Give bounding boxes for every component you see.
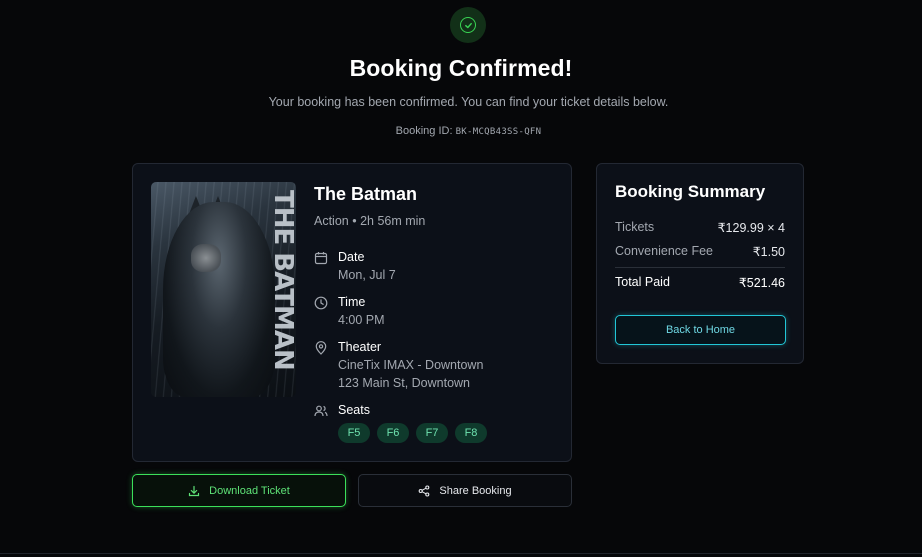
fee-value: ₹1.50 [752,245,785,259]
booking-summary-card: Booking Summary Tickets ₹129.99 × 4 Conv… [596,163,804,364]
map-pin-icon [315,341,327,355]
movie-poster: THE BATMAN [151,182,296,397]
booking-id-label: Booking ID: [395,125,453,137]
footer-divider [0,553,922,554]
booking-id: Booking ID: BK-MCQB43SS-QFN [0,125,922,137]
date-value: Mon, Jul 7 [338,268,396,282]
clock-icon [314,296,328,310]
seat-badge: F8 [455,423,487,443]
download-ticket-button[interactable]: Download Ticket [132,474,346,507]
time-label: Time [338,295,366,309]
seat-badge: F5 [338,423,370,443]
page-subtitle: Your booking has been confirmed. You can… [268,95,669,109]
movie-meta: Action • 2h 56m min [314,214,426,228]
tickets-value: ₹129.99 × 4 [717,221,785,235]
poster-title: THE BATMAN [268,190,296,370]
check-circle-icon [460,17,476,33]
movie-title: The Batman [314,184,418,204]
seat-list: F5 F6 F7 F8 [338,423,487,443]
download-icon [189,485,200,496]
total-value: ₹521.46 [738,276,785,290]
users-icon [314,405,328,417]
total-label: Total Paid [615,275,670,289]
summary-divider [615,267,785,268]
theater-address: 123 Main St, Downtown [338,376,471,390]
share-booking-button[interactable]: Share Booking [358,474,572,507]
seat-badge: F7 [416,423,448,443]
theater-name: CineTix IMAX - Downtown [338,358,484,372]
fee-label: Convenience Fee [615,244,713,258]
time-value: 4:00 PM [338,313,385,327]
summary-row-total: Total Paid ₹521.46 [615,275,785,290]
back-to-home-button[interactable]: Back to Home [615,315,786,345]
summary-title: Booking Summary [615,182,766,201]
share-booking-label: Share Booking [439,484,512,497]
date-label: Date [338,250,365,264]
summary-row-fee: Convenience Fee ₹1.50 [615,244,785,259]
seat-badge: F6 [377,423,409,443]
booking-id-code: BK-MCQB43SS-QFN [455,127,542,137]
summary-row-tickets: Tickets ₹129.99 × 4 [615,220,785,235]
page-title: Booking Confirmed! [349,55,573,81]
share-icon [419,484,430,497]
download-ticket-label: Download Ticket [209,484,290,497]
calendar-icon [314,252,328,265]
theater-label: Theater [338,340,382,354]
success-badge [450,7,486,43]
movie-details-card: THE BATMAN The Batman Action • 2h 56m mi… [132,163,572,462]
tickets-label: Tickets [615,220,655,234]
seats-label: Seats [338,403,370,417]
